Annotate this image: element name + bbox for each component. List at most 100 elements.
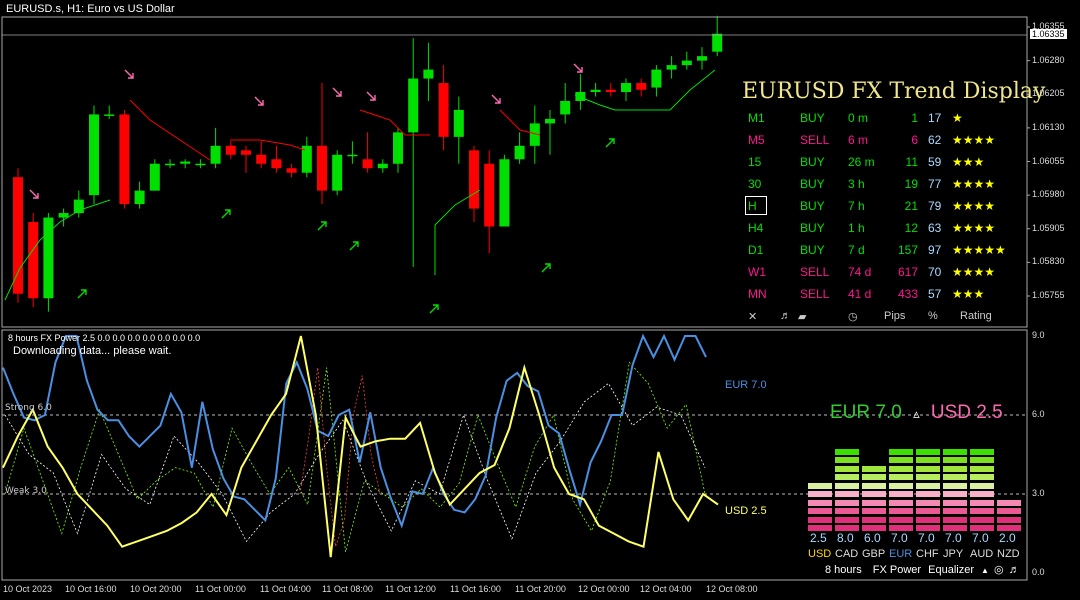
equalizer-bar-segment	[862, 516, 886, 523]
sell-arrow-icon	[573, 63, 583, 73]
eur-line-label: EUR 7.0	[725, 379, 767, 391]
percent-value: 57	[928, 287, 942, 301]
equalizer-bar-segment	[835, 457, 859, 463]
candle-body	[286, 168, 297, 173]
equalizer-currency: CHF	[916, 548, 939, 560]
time-label: 11 Oct 16:00	[450, 584, 501, 594]
duration: 7 h	[848, 199, 865, 213]
triangle-up-icon[interactable]: ▲	[981, 566, 989, 575]
equalizer-bar-segment	[943, 508, 967, 514]
weak-level-label: Weak 3.0	[5, 486, 47, 496]
buy-arrow-icon	[317, 221, 327, 231]
candle-body	[636, 83, 647, 90]
candle-body	[697, 56, 707, 61]
close-icon[interactable]: ✕	[748, 310, 757, 323]
direction: BUY	[800, 199, 825, 213]
time-label: 11 Oct 04:00	[260, 584, 311, 594]
duration: 74 d	[848, 265, 872, 279]
tf-label: W1	[748, 265, 766, 279]
arrow-stroke	[349, 241, 359, 251]
equalizer-currency: NZD	[997, 548, 1020, 560]
period-button[interactable]: 8 hours	[825, 564, 862, 576]
tf-label: H4	[748, 221, 764, 235]
arrow-stroke	[254, 96, 264, 106]
equalizer-bar-segment	[943, 448, 967, 455]
price-level-label: 1.06280	[1032, 54, 1065, 65]
candle-body	[13, 177, 23, 294]
candle-body	[514, 145, 525, 160]
equalizer-bar-segment	[970, 474, 994, 480]
sell-arrow-icon	[332, 87, 342, 97]
equalizer-value: 7.0	[891, 531, 908, 545]
equalizer-bar-segment	[862, 474, 886, 480]
wave-icon[interactable]: ▰	[798, 310, 806, 323]
rating-stars: ★	[952, 111, 963, 125]
arrow-stroke	[221, 209, 231, 219]
equalizer-currency: JPY	[943, 548, 964, 560]
usd-line-label: USD 2.5	[725, 505, 767, 517]
chart-window[interactable]: EURUSD.s, H1: Euro vs US Dollar 8 hours …	[0, 0, 1080, 600]
equalizer-bar-segment	[943, 482, 967, 489]
sell-arrow-icon	[124, 69, 134, 79]
target-icon[interactable]: ◎	[994, 564, 1004, 576]
candle-body	[575, 92, 586, 101]
arrow-stroke	[77, 289, 87, 299]
equalizer-bar-segment	[970, 465, 994, 472]
equalizer-bar-segment	[943, 499, 967, 506]
direction: BUY	[800, 155, 825, 169]
direction: SELL	[800, 265, 830, 279]
clock-icon[interactable]: ◷	[848, 310, 858, 323]
direction: BUY	[800, 243, 825, 257]
indicator-title: 8 hours FX Power 2.5 0.0 0.0 0.0 0.0 0.0…	[8, 333, 201, 343]
tf-label: MN	[748, 287, 767, 301]
candle-body	[423, 69, 434, 79]
equalizer-value: 7.0	[972, 531, 989, 545]
equalizer-bar-segment	[916, 516, 940, 523]
buy-arrow-icon	[349, 241, 359, 251]
time-label: 10 Oct 2023	[3, 584, 53, 594]
candle-body	[605, 89, 616, 93]
candle-body	[89, 114, 99, 196]
candle-body	[362, 159, 373, 169]
candle-body	[256, 154, 267, 164]
sound-icon[interactable]: ♬	[1009, 564, 1020, 576]
equalizer-bar-segment	[916, 448, 940, 455]
candle-body	[681, 60, 692, 66]
candle-body	[317, 145, 327, 191]
candle-body	[165, 163, 175, 166]
equalizer-bar-segment	[862, 499, 886, 506]
duration: 1 h	[848, 221, 865, 235]
indicator-level-label: 3.0	[1032, 488, 1045, 498]
chart-title: EURUSD.s, H1: Euro vs US Dollar	[6, 3, 175, 15]
candle-body	[241, 150, 251, 155]
tf-label: 30	[748, 177, 762, 191]
mode-button[interactable]: FX Power	[873, 564, 921, 576]
sell-arrow-icon	[29, 189, 39, 199]
trend-display-title: EURUSD FX Trend Display	[742, 79, 1046, 104]
candle-body	[408, 78, 419, 133]
view-button[interactable]: Equalizer	[928, 564, 974, 576]
equalizer-bar-segment	[889, 508, 913, 514]
equalizer-currency: GBP	[862, 548, 886, 560]
equalizer-bar-segment	[862, 482, 886, 489]
arrow-stroke	[605, 138, 615, 148]
time-label: 11 Oct 08:00	[322, 584, 373, 594]
candle-body	[438, 83, 449, 137]
equalizer-value: 7.0	[945, 531, 962, 545]
equalizer-value: 6.0	[864, 531, 881, 545]
rating-header: Rating	[960, 310, 992, 322]
direction: BUY	[800, 221, 825, 235]
equalizer-bar-segment	[835, 474, 859, 480]
rating-stars: ★★★★	[952, 133, 996, 147]
equalizer-bar-segment	[916, 465, 940, 472]
candle-body	[347, 154, 358, 157]
equalizer-bar-segment	[835, 508, 859, 514]
candle-body	[377, 163, 388, 169]
equalizer-bar-segment	[889, 465, 913, 472]
candle-body	[666, 65, 677, 70]
equalizer-bar-segment	[943, 465, 967, 472]
candle-body	[225, 145, 236, 155]
equalizer-bar-segment	[889, 474, 913, 480]
sound-icon[interactable]: ♬	[780, 310, 791, 322]
price-level-label: 1.06055	[1032, 155, 1065, 166]
